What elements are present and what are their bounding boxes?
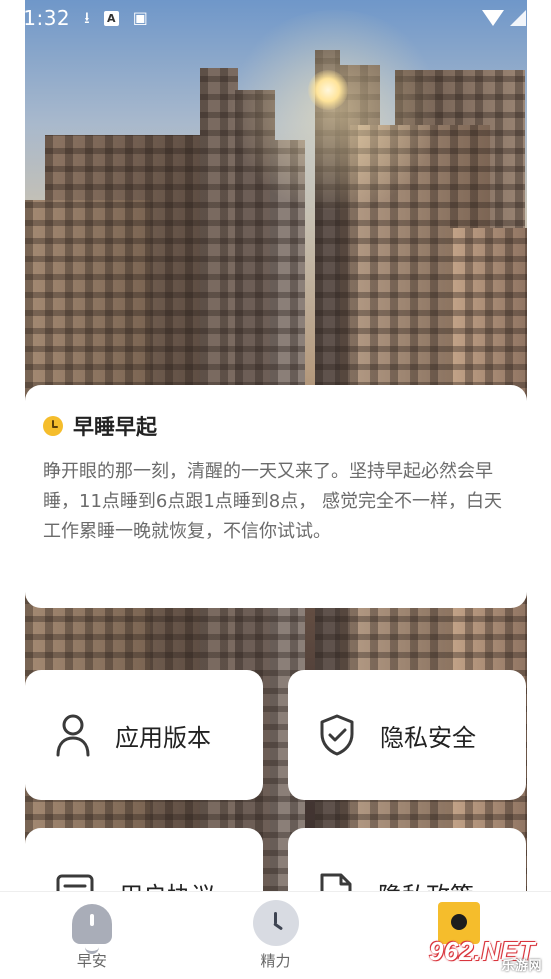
sun-glow [225, 10, 445, 210]
user-icon [56, 714, 90, 757]
tile-label: 应用版本 [115, 723, 211, 752]
android-icon: ▣ [132, 8, 148, 27]
download-icon: ⭳ [84, 8, 90, 27]
wifi-icon [482, 10, 504, 26]
nav-item-morning[interactable]: 早安 [0, 892, 184, 979]
tile-label: 隐私安全 [380, 723, 476, 752]
card-body: 睁开眼的那一刻，清醒的一天又来了。坚持早起必然会早睡，11点睡到6点跟1点睡到8… [43, 461, 502, 542]
bell-icon [69, 900, 115, 954]
clock-icon [43, 416, 63, 436]
status-time: 11:32 [10, 6, 71, 30]
status-bar: 11:32 ⭳ A ▣ [0, 0, 551, 36]
info-card: 早睡早起 睁开眼的那一刻，清醒的一天又来了。坚持早起必然会早睡，11点睡到6点跟… [25, 385, 527, 608]
nav-item-energy[interactable]: 精力 [184, 892, 368, 979]
battery-icon [532, 9, 541, 27]
card-title: 早睡早起 [73, 415, 157, 439]
sun [308, 70, 348, 110]
signal-icon [510, 10, 526, 26]
watermark-subtext: 乐游网 [501, 958, 542, 973]
a-box-icon: A [103, 10, 119, 26]
nav-label: 精力 [260, 952, 291, 970]
watermark-logo: 962.NET 乐游网 [418, 928, 546, 974]
shield-check-icon [320, 714, 354, 756]
card-header: 早睡早起 [43, 411, 507, 441]
clock-icon [252, 900, 299, 946]
app-version-button[interactable]: 应用版本 [25, 670, 263, 800]
privacy-security-button[interactable]: 隐私安全 [288, 670, 526, 800]
